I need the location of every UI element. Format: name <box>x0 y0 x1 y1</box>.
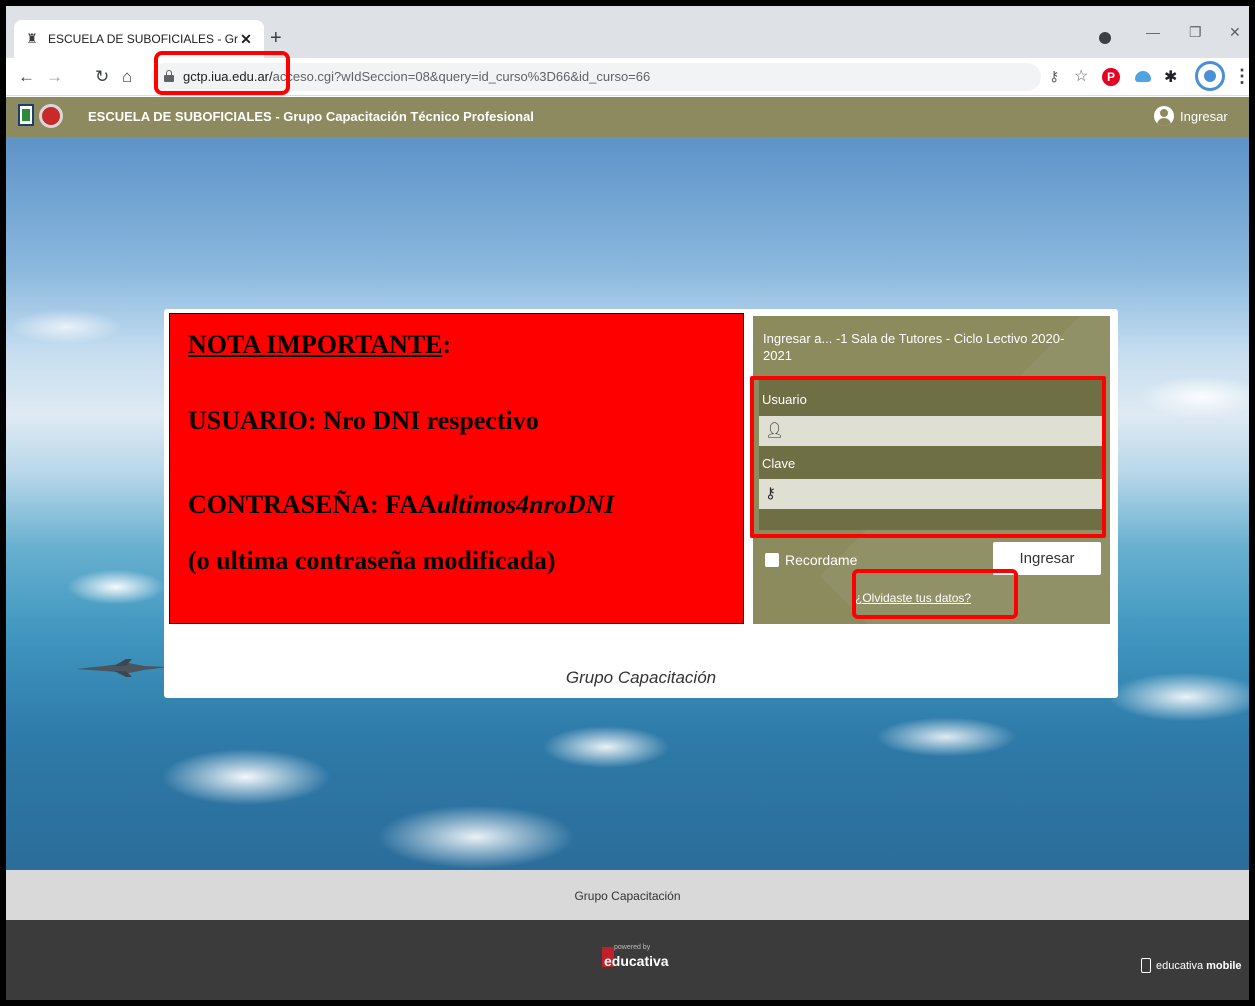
note-heading: NOTA IMPORTANTE: <box>188 330 451 360</box>
site-header: ESCUELA DE SUBOFICIALES - Grupo Capacita… <box>6 97 1249 137</box>
fighter-jet-image <box>76 659 169 677</box>
login-title: Ingresar a... -1 Sala de Tutores - Ciclo… <box>763 331 1065 363</box>
mobile-bold: mobile <box>1206 959 1242 972</box>
note-password-prefix: CONTRASEÑA: FAA <box>188 490 437 519</box>
key-icon[interactable]: ⚷ <box>1049 68 1059 85</box>
tab-close-icon[interactable]: ✕ <box>238 31 254 48</box>
user-account-icon <box>1154 106 1174 126</box>
new-tab-icon[interactable]: + <box>270 28 282 48</box>
star-bookmark-icon[interactable]: ☆ <box>1074 66 1088 86</box>
restore-icon[interactable]: ❐ <box>1189 24 1202 41</box>
note-last-line: (o ultima contraseña modificada) <box>188 546 556 575</box>
minimize-icon[interactable]: — <box>1146 24 1160 40</box>
screenshot-frame: ♜ ESCUELA DE SUBOFICIALES - Gru ✕ + — ❐ … <box>0 0 1255 1006</box>
school-logo-icon <box>18 104 34 126</box>
header-login-link[interactable]: Ingresar <box>1154 106 1228 126</box>
home-icon[interactable]: ⌂ <box>122 64 132 90</box>
profile-extension-icon[interactable] <box>1195 61 1225 91</box>
window-close-icon[interactable]: ✕ <box>1229 24 1241 41</box>
url-highlight-annotation <box>154 51 290 95</box>
site-title: ESCUELA DE SUBOFICIALES - Grupo Capacita… <box>88 109 534 124</box>
pinterest-extension-icon[interactable]: P <box>1102 68 1120 86</box>
browser-menu-icon[interactable]: ⋮ <box>1233 66 1249 86</box>
card-footer-text: Grupo Capacitación <box>565 668 717 687</box>
reload-icon[interactable]: ↻ <box>95 64 109 90</box>
back-icon[interactable]: ← <box>18 64 35 90</box>
tab-title: ESCUELA DE SUBOFICIALES - Gru <box>48 32 238 46</box>
forward-icon[interactable]: → <box>46 64 63 90</box>
note-password-italic: ultimos4nroDNI <box>436 490 615 519</box>
footer-dark: powered by educativa educativa mobile <box>6 920 1249 1000</box>
educativa-brand-text: educativa <box>604 953 669 969</box>
note-user-line: USUARIO: Nro DNI respectivo <box>188 406 539 435</box>
footer-grey: Grupo Capacitación <box>6 870 1249 920</box>
note-heading-colon: : <box>442 330 452 359</box>
educativa-mobile-link[interactable]: educativa mobile <box>1141 958 1242 973</box>
footer-grey-text: Grupo Capacitación <box>574 889 681 903</box>
remember-me[interactable]: Recordame <box>765 552 857 568</box>
cloud-extension-icon[interactable] <box>1135 71 1151 82</box>
air-force-emblem-icon <box>39 104 63 128</box>
note-password-line: CONTRASEÑA: FAAultimos4nroDNI <box>188 490 614 520</box>
powered-by-text: powered by <box>614 944 651 951</box>
url-path: acceso.cgi?wIdSeccion=08&query=id_curso%… <box>272 69 651 84</box>
mobile-prefix: educativa <box>1156 959 1204 972</box>
mobile-phone-icon <box>1141 958 1151 973</box>
forgot-highlight-annotation <box>852 569 1018 619</box>
fields-highlight-annotation <box>750 376 1106 538</box>
important-note-box: NOTA IMPORTANTE: USUARIO: Nro DNI respec… <box>169 313 744 624</box>
remember-label: Recordame <box>785 552 858 568</box>
header-login-label: Ingresar <box>1180 108 1228 124</box>
site-favicon-icon: ♜ <box>26 31 38 46</box>
profile-indicator-icon[interactable] <box>1099 32 1111 44</box>
extensions-puzzle-icon[interactable]: ✱ <box>1164 67 1177 87</box>
remember-checkbox[interactable] <box>765 553 779 567</box>
note-heading-text: NOTA IMPORTANTE <box>188 330 443 359</box>
